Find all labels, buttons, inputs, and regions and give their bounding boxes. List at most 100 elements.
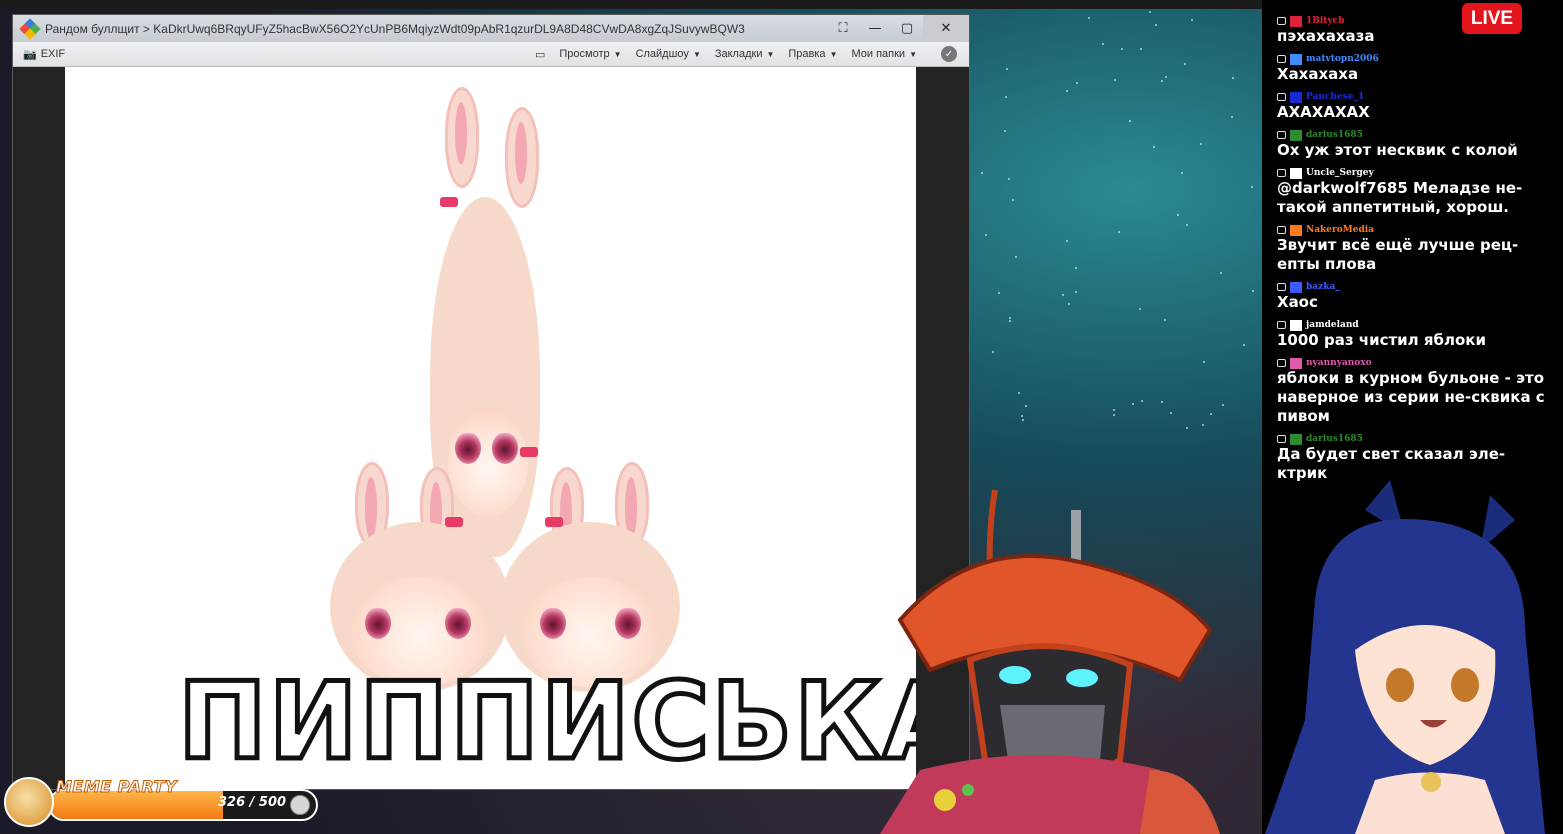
- exif-button[interactable]: 📷 EXIF: [13, 48, 65, 61]
- fullscreen-button[interactable]: ⛶: [827, 15, 859, 42]
- star: [1066, 90, 1068, 92]
- star: [1251, 186, 1253, 188]
- star: [1170, 412, 1172, 414]
- user-badge-icon: [1290, 168, 1302, 179]
- meme-party-count: 326 / 500: [218, 795, 286, 810]
- star: [1121, 48, 1123, 50]
- chat-message-meta: bazka_: [1277, 281, 1547, 293]
- star: [1232, 77, 1234, 79]
- bunny-character-left: [325, 462, 515, 692]
- star: [1177, 214, 1179, 216]
- star: [1186, 224, 1188, 226]
- platform-icon: [1277, 321, 1286, 329]
- exif-label: EXIF: [41, 48, 65, 60]
- star: [1088, 17, 1090, 19]
- star: [1009, 317, 1011, 319]
- star: [1102, 43, 1104, 45]
- meme-party-widget: MEME PARTY 326 / 500: [0, 773, 320, 833]
- star: [1164, 319, 1166, 321]
- platform-icon: [1277, 359, 1286, 367]
- star: [1118, 231, 1120, 233]
- robot-avatar: [820, 470, 1240, 834]
- chat-username[interactable]: darius1685: [1306, 434, 1363, 444]
- star: [1022, 419, 1024, 421]
- chat-message-text: Хаос: [1277, 293, 1547, 312]
- chat-message-text: яблоки в курном бульоне - это наверное и…: [1277, 369, 1547, 426]
- menu-slideshow[interactable]: Слайдшоу ▼: [636, 48, 701, 60]
- star: [1200, 143, 1202, 145]
- platform-icon: [1277, 435, 1286, 443]
- chat-username[interactable]: nyannyanoxo: [1306, 358, 1372, 368]
- chat-username[interactable]: NakeroMedia: [1306, 225, 1374, 235]
- star: [1191, 19, 1193, 21]
- star: [1113, 409, 1115, 411]
- meme-image: ПИППИСЬКА: [65, 67, 916, 789]
- star: [1153, 146, 1155, 148]
- chat-message-text: Да будет свет сказал эле-ктрик: [1277, 445, 1547, 483]
- star: [1184, 63, 1186, 65]
- star: [1222, 404, 1224, 406]
- platform-icon: [1277, 283, 1286, 291]
- chat-username[interactable]: matvtopn2006: [1306, 54, 1379, 64]
- star: [1062, 294, 1064, 296]
- star: [1155, 24, 1157, 26]
- star: [998, 292, 1000, 294]
- chat-message-text: @darkwolf7685 Меладзе не-такой аппетитны…: [1277, 179, 1547, 217]
- chat-message: bazka_ Хаос: [1277, 281, 1547, 312]
- platform-icon: [1277, 169, 1286, 177]
- chat-username[interactable]: 1Bitych: [1306, 16, 1345, 26]
- star: [1220, 272, 1222, 274]
- menu-edit[interactable]: Правка ▼: [788, 48, 837, 60]
- user-badge-icon: [1290, 130, 1302, 141]
- menu-view[interactable]: Просмотр ▼: [559, 48, 621, 60]
- chat-username[interactable]: Panchese_1: [1306, 92, 1364, 102]
- star: [1113, 414, 1115, 416]
- chat-message-text: 1000 раз чистил яблоки: [1277, 331, 1547, 350]
- menu-bookmarks[interactable]: Закладки ▼: [715, 48, 775, 60]
- star: [1231, 116, 1233, 118]
- user-badge-icon: [1290, 282, 1302, 293]
- chevron-down-icon: ▼: [909, 50, 917, 59]
- star: [1009, 320, 1011, 322]
- window-titlebar[interactable]: Рандом буллщит > KaDkrUwq6BRqyUFyZ5hacBw…: [13, 15, 969, 42]
- user-badge-icon: [1290, 358, 1302, 369]
- star: [1186, 427, 1188, 429]
- user-badge-icon: [1290, 54, 1302, 65]
- close-button[interactable]: ✕: [923, 15, 969, 42]
- star: [1075, 267, 1077, 269]
- live-badge: LIVE: [1462, 3, 1522, 34]
- chat-message-meta: Panchese_1: [1277, 91, 1547, 103]
- chevron-down-icon: ▼: [766, 50, 774, 59]
- star: [1075, 291, 1077, 293]
- chat-message-list: 1Bitych пэхахахаза matvtopn2006 Хахахаха Pan…: [1277, 15, 1547, 490]
- minimize-button[interactable]: —: [859, 15, 891, 42]
- chat-username[interactable]: darius1685: [1306, 130, 1363, 140]
- meme-party-title: MEME PARTY: [56, 777, 177, 796]
- chat-username[interactable]: bazka_: [1306, 282, 1340, 292]
- star: [1008, 178, 1010, 180]
- chat-message-meta: darius1685: [1277, 433, 1547, 445]
- chat-message: nyannyanoxo яблоки в курном бульоне - это…: [1277, 357, 1547, 426]
- chat-message: darius1685 Ох уж этот несквик с колой: [1277, 129, 1547, 160]
- view-mode-icon[interactable]: ▭: [535, 48, 545, 61]
- menu-my-folders[interactable]: Мои папки ▼: [851, 48, 917, 60]
- star: [1140, 48, 1142, 50]
- user-badge-icon: [1290, 92, 1302, 103]
- meme-caption: ПИППИСЬКА: [178, 669, 916, 775]
- star: [1012, 199, 1014, 201]
- star: [1149, 11, 1151, 13]
- maximize-button[interactable]: ▢: [891, 15, 923, 42]
- chat-message-meta: darius1685: [1277, 129, 1547, 141]
- viewer-toolbar: 📷 EXIF ▭ Просмотр ▼ Слайдшоу ▼ Закладки ▼ П…: [13, 42, 969, 67]
- user-badge-icon: [1290, 320, 1302, 331]
- chat-message-text: АХАХАХАХ: [1277, 103, 1547, 122]
- chat-username[interactable]: jamdeland: [1306, 320, 1359, 330]
- star: [992, 351, 994, 353]
- chat-message-text: Звучит всё ещё лучше рец-епты плова: [1277, 236, 1547, 274]
- chat-message: jamdeland 1000 раз чистил яблоки: [1277, 319, 1547, 350]
- star: [1015, 256, 1017, 258]
- checkmark-icon[interactable]: ✓: [941, 46, 957, 62]
- chat-username[interactable]: Uncle_Sergey: [1306, 168, 1374, 178]
- chat-message-meta: NakeroMedia: [1277, 224, 1547, 236]
- coin-icon: [290, 795, 310, 815]
